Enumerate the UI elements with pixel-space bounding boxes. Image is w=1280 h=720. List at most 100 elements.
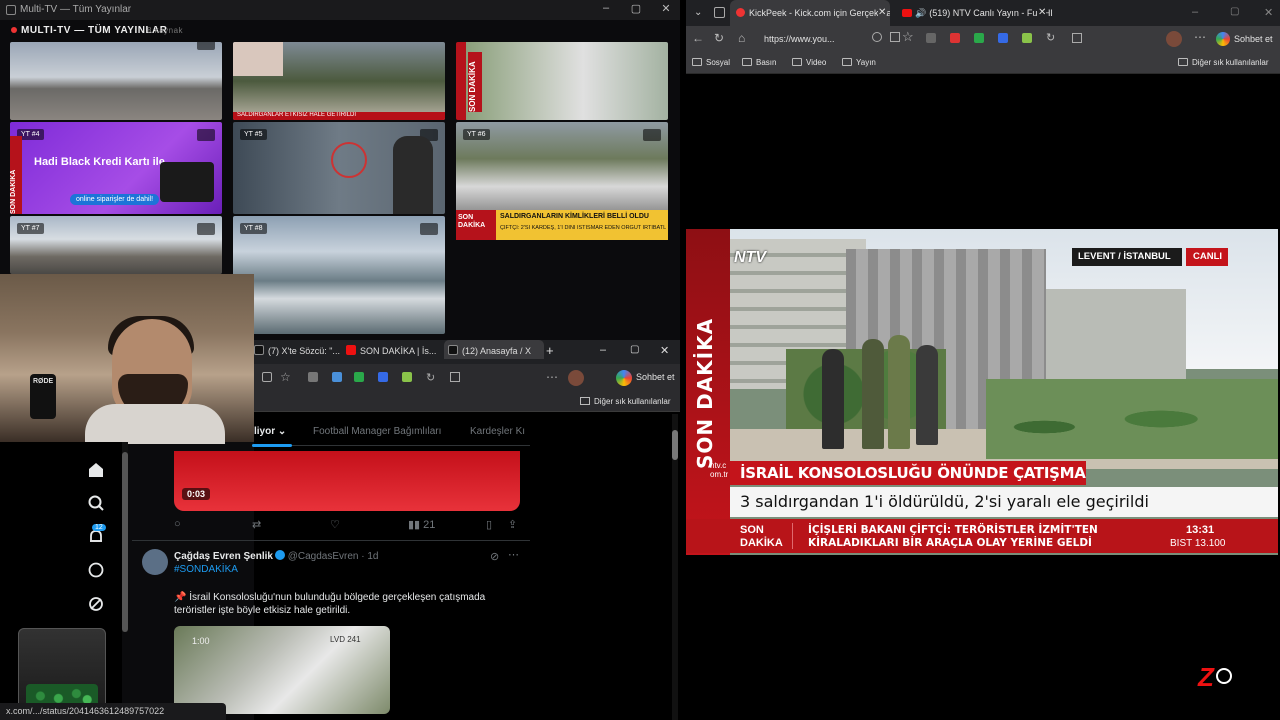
profile-avatar[interactable]: [1166, 31, 1182, 47]
stream-tile-1[interactable]: [10, 42, 222, 120]
apps-icon[interactable]: [890, 32, 900, 42]
extension-icon[interactable]: [308, 372, 318, 382]
workspaces-icon[interactable]: [714, 7, 725, 18]
stream-tile-yt4[interactable]: YT #4 SON DAKİKA Hadi Black Kredi Kartı …: [10, 122, 222, 214]
grok-icon[interactable]: [86, 594, 106, 614]
sohbet-button[interactable]: Sohbet et: [636, 372, 675, 382]
yt6-news-banner: SON DAKİKA SALDIRGANLARIN KİMLİKLERİ BEL…: [456, 210, 668, 240]
grok-explain-icon[interactable]: ⊘: [490, 550, 499, 563]
bookmark-video[interactable]: Video: [792, 58, 826, 67]
extension-icon[interactable]: [974, 33, 984, 43]
extension-icon[interactable]: [998, 33, 1008, 43]
tweet-author[interactable]: Çağdaş Evren Şenlik @CagdasEvren · 1d: [174, 550, 378, 562]
stream-tile-3[interactable]: SON DAKİKA: [456, 42, 668, 120]
profile-avatar[interactable]: [568, 370, 584, 386]
like-icon[interactable]: ♡: [330, 518, 340, 531]
logo-ring-icon: [1216, 668, 1232, 684]
split-screen-icon[interactable]: [1072, 33, 1082, 43]
share-icon[interactable]: ⇪: [508, 518, 517, 531]
bookmark-sosyal[interactable]: Sosyal: [692, 58, 730, 67]
volume-icon[interactable]: [197, 223, 215, 235]
bist-index: BIST 13.100: [1170, 538, 1226, 549]
volume-icon[interactable]: [643, 129, 661, 141]
extension-icon[interactable]: [926, 33, 936, 43]
feed-scrollbar[interactable]: [672, 414, 678, 720]
minimize-button[interactable]: –: [596, 2, 616, 14]
stream-tile-yt6[interactable]: YT #6: [456, 122, 668, 214]
more-icon[interactable]: ⋯: [546, 370, 558, 384]
sidebar-scrollbar[interactable]: [122, 442, 128, 632]
tab-sozcu[interactable]: (7) X'te Sözcü: "...: [254, 345, 342, 356]
ntv-live-video[interactable]: SON DAKİKA NTV LEVENT / İSTANBUL CANLI n…: [686, 229, 1278, 555]
new-tab-button[interactable]: +: [546, 343, 554, 358]
maximize-button[interactable]: ▢: [1230, 6, 1239, 17]
tab-actions-icon[interactable]: ⌄: [694, 7, 702, 18]
extension-icon[interactable]: [1022, 33, 1032, 43]
vehicle-plate: LVD 241: [330, 635, 361, 644]
tweet-handle: @CagdasEvren · 1d: [287, 551, 379, 562]
volume-icon[interactable]: [197, 42, 215, 50]
refresh-icon[interactable]: ↻: [714, 31, 724, 45]
extension-icon[interactable]: [332, 372, 342, 382]
extension-icon[interactable]: [950, 33, 960, 43]
tab-close-icon[interactable]: ✕: [878, 7, 887, 18]
bookmark-basin[interactable]: Basın: [742, 58, 776, 67]
feed-tab-kardesler[interactable]: Kardeşler Kı: [470, 426, 525, 437]
home-icon[interactable]: ⌂: [738, 31, 745, 45]
tab-close-icon[interactable]: ✕: [1038, 7, 1047, 18]
volume-icon[interactable]: [197, 129, 215, 141]
messages-icon[interactable]: [86, 560, 106, 580]
close-button[interactable]: ✕: [1264, 6, 1273, 19]
stream-tile-yt7[interactable]: YT #7: [10, 216, 222, 274]
feed-tab-active[interactable]: liyor ⌄: [254, 426, 286, 437]
tab-kickpeek[interactable]: KickPeek - Kick.com için Gerçek Za: [730, 0, 890, 26]
tweet-media[interactable]: 1:00 LVD 241: [174, 626, 390, 714]
stream-tile-yt8[interactable]: YT #8: [233, 216, 445, 334]
hashtag-link[interactable]: #SONDAKİKA: [174, 564, 238, 575]
copilot-icon[interactable]: [616, 370, 632, 386]
stream-tile-yt5[interactable]: YT #5: [233, 122, 445, 214]
tile-strip: SALDIRGANLAR ETKİSİZ HALE GETİRİLDİ: [233, 112, 445, 120]
search-icon[interactable]: [86, 493, 106, 513]
close-button[interactable]: ✕: [656, 2, 676, 15]
sohbet-button[interactable]: Sohbet et: [1214, 30, 1276, 48]
extension-icon[interactable]: [354, 372, 364, 382]
person: [862, 339, 884, 449]
back-icon[interactable]: ←: [692, 31, 704, 45]
avatar[interactable]: [142, 549, 168, 575]
favorite-star-icon[interactable]: ☆: [902, 29, 914, 45]
tab-ntv[interactable]: 🔊 (519) NTV Canlı Yayın - Full HD: [896, 0, 1052, 26]
maximize-button[interactable]: ▢: [626, 2, 646, 15]
close-button[interactable]: ✕: [660, 344, 669, 357]
minimize-button[interactable]: –: [600, 344, 606, 356]
refresh-icon[interactable]: ↻: [426, 371, 435, 384]
home-icon[interactable]: [86, 460, 106, 480]
volume-icon[interactable]: [420, 223, 438, 235]
reply-icon[interactable]: ○: [174, 518, 181, 530]
sync-icon[interactable]: ↻: [1046, 31, 1055, 44]
other-bookmarks[interactable]: Diğer sık kullanılanlar: [580, 397, 670, 406]
reader-icon[interactable]: [262, 372, 272, 382]
more-options-icon[interactable]: ⋯: [508, 548, 519, 561]
views-icon[interactable]: ▮▮ 21: [408, 518, 435, 531]
split-screen-icon[interactable]: [450, 372, 460, 382]
minimize-button[interactable]: –: [1192, 6, 1198, 18]
extension-icon[interactable]: [402, 372, 412, 382]
other-bookmarks[interactable]: Diğer sık kullanılanlar: [1178, 58, 1268, 67]
extension-icon[interactable]: [378, 372, 388, 382]
feed-tab-football[interactable]: Football Manager Bağımlıları: [313, 426, 441, 437]
favorite-star-icon[interactable]: ☆: [280, 370, 291, 384]
tab-anasayfa[interactable]: (12) Anasayfa / X: [444, 340, 544, 359]
tab-sondakika[interactable]: SON DAKİKA | İs...: [346, 345, 438, 356]
bookmark-icon[interactable]: ▯: [486, 518, 492, 531]
stream-tile-2[interactable]: SALDIRGANLAR ETKİSİZ HALE GETİRİLDİ: [233, 42, 445, 120]
more-icon[interactable]: ⋯: [1194, 30, 1206, 44]
repost-icon[interactable]: ⇄: [252, 518, 261, 531]
banner-label: SON DAKİKA: [456, 210, 496, 240]
person: [916, 345, 938, 445]
ntv-logo: NTV: [734, 249, 766, 266]
maximize-button[interactable]: ▢: [630, 344, 639, 355]
embedded-video[interactable]: [174, 451, 520, 511]
address-bar[interactable]: https://www.you...: [758, 30, 886, 48]
bookmark-yayin[interactable]: Yayın: [842, 58, 876, 67]
